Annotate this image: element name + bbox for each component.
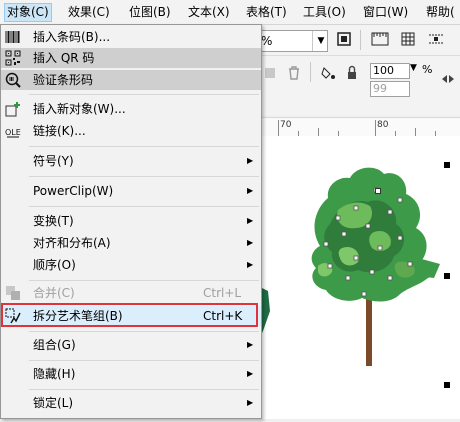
menu-item-label: 锁定(L)	[33, 396, 74, 410]
delete-icon[interactable]	[284, 65, 304, 83]
ruler-tick	[415, 128, 416, 136]
property-toolbar: % ▼ 100 ▼ % 99	[258, 25, 460, 115]
menu-table[interactable]: 表格(T)	[244, 4, 289, 21]
menu-item-combine[interactable]: 合并(C) Ctrl+L	[1, 283, 261, 303]
menu-item-align-distribute[interactable]: 对齐和分布(A) ▶	[1, 233, 261, 253]
menu-effects[interactable]: 效果(C)	[66, 4, 112, 21]
fill-icon[interactable]	[318, 65, 338, 83]
selection-handle[interactable]	[444, 162, 450, 168]
menu-item-hide[interactable]: 隐藏(H) ▶	[1, 364, 261, 384]
menu-item-links[interactable]: OLE 链接(K)...	[1, 121, 261, 141]
barcode-icon	[5, 29, 21, 45]
menu-text[interactable]: 文本(X)	[186, 4, 232, 21]
standard-toolbar: % ▼	[258, 25, 460, 56]
drawing-canvas[interactable]	[258, 136, 460, 419]
toolbar-button-icon[interactable]	[260, 65, 280, 83]
ruler-tick	[278, 120, 279, 136]
toolbar-divider	[310, 62, 311, 82]
zoom-combo[interactable]: % ▼	[258, 30, 328, 52]
ruler-tick	[375, 120, 376, 136]
chevron-down-icon[interactable]: ▼	[312, 31, 327, 51]
menu-object[interactable]: 对象(C)	[4, 3, 52, 22]
ruler-tick	[318, 128, 319, 136]
menu-item-label: 符号(Y)	[33, 154, 74, 168]
menu-separator	[29, 176, 259, 177]
menu-item-label: 插入条码(B)...	[33, 30, 111, 44]
menu-window[interactable]: 窗口(W)	[361, 4, 410, 21]
submenu-arrow-icon: ▶	[247, 340, 254, 349]
guidelines-icon[interactable]	[426, 31, 446, 49]
highlight-outline	[1, 303, 258, 327]
rulers-icon[interactable]	[370, 31, 390, 49]
menu-item-label: 组合(G)	[33, 338, 76, 352]
menu-tools[interactable]: 工具(O)	[301, 4, 348, 21]
menu-item-label: 隐藏(H)	[33, 367, 76, 381]
selection-handle[interactable]	[444, 273, 450, 279]
menu-separator	[29, 280, 259, 281]
menu-item-group[interactable]: 组合(G) ▶	[1, 335, 261, 355]
submenu-arrow-icon: ▶	[247, 369, 254, 378]
menu-item-label: 验证条形码	[33, 73, 94, 87]
ruler-label: 80	[377, 120, 389, 130]
menu-item-insert-barcode[interactable]: 插入条码(B)...	[1, 27, 261, 47]
horizontal-ruler: 70 80	[258, 117, 460, 137]
spin-down-icon[interactable]: ▼	[410, 63, 417, 73]
menu-item-insert-qr[interactable]: 插入 QR 码	[1, 48, 261, 68]
scale-width-input[interactable]: 100	[370, 63, 410, 79]
menu-item-label: 对齐和分布(A)	[33, 236, 111, 250]
zoom-value: %	[261, 34, 273, 48]
submenu-arrow-icon: ▶	[247, 186, 254, 195]
menu-item-symbol[interactable]: 符号(Y) ▶	[1, 151, 261, 171]
menu-separator	[29, 94, 259, 95]
qr-code-icon	[5, 50, 21, 66]
submenu-arrow-icon: ▶	[247, 238, 254, 247]
menu-item-label: 顺序(O)	[33, 258, 76, 272]
menu-item-order[interactable]: 顺序(O) ▶	[1, 255, 261, 275]
menu-item-label: 合并(C)	[33, 286, 75, 300]
menu-bitmap[interactable]: 位图(B)	[127, 4, 173, 21]
selection-handle[interactable]	[444, 382, 450, 388]
menu-item-insert-object[interactable]: 插入新对象(W)...	[1, 99, 261, 119]
mirror-icon[interactable]	[438, 71, 458, 89]
insert-object-icon	[5, 101, 21, 117]
node-handle[interactable]	[375, 188, 381, 194]
menu-item-label: 变换(T)	[33, 214, 74, 228]
scale-height-value: 99	[373, 82, 387, 95]
menu-separator	[29, 206, 259, 207]
menu-separator	[29, 360, 259, 361]
menu-item-label: PowerClip(W)	[33, 184, 114, 198]
menu-item-lock[interactable]: 锁定(L) ▶	[1, 393, 261, 413]
menu-item-powerclip[interactable]: PowerClip(W) ▶	[1, 181, 261, 201]
scale-height-input[interactable]: 99	[370, 81, 410, 97]
combine-icon	[5, 285, 21, 301]
lock-ratio-icon[interactable]	[342, 65, 362, 83]
svg-text:OLE: OLE	[5, 128, 21, 137]
menu-item-label: 链接(K)...	[33, 124, 86, 138]
menu-separator	[29, 331, 259, 332]
ole-icon: OLE	[5, 123, 21, 139]
grid-icon[interactable]	[398, 31, 418, 49]
menu-item-verify-barcode[interactable]: 验证条形码	[1, 70, 261, 90]
menu-item-transform[interactable]: 变换(T) ▶	[1, 211, 261, 231]
scale-width-value: 100	[373, 64, 394, 77]
menu-separator	[29, 389, 259, 390]
submenu-arrow-icon: ▶	[247, 398, 254, 407]
submenu-arrow-icon: ▶	[247, 156, 254, 165]
menubar: 对象(C) 效果(C) 位图(B) 文本(X) 表格(T) 工具(O) 窗口(W…	[0, 0, 460, 25]
menu-item-shortcut: Ctrl+L	[203, 286, 242, 300]
full-screen-icon[interactable]	[334, 31, 354, 49]
ruler-label: 70	[280, 120, 292, 130]
verify-barcode-icon	[5, 72, 21, 88]
object-menu: 插入条码(B)... 插入 QR 码 验证条形码 插入新对象(W)... OLE…	[0, 24, 262, 419]
menu-item-label: 插入 QR 码	[33, 51, 95, 65]
submenu-arrow-icon: ▶	[247, 260, 254, 269]
menu-help[interactable]: 帮助(	[424, 4, 457, 21]
submenu-arrow-icon: ▶	[247, 216, 254, 225]
menu-separator	[29, 146, 259, 147]
percent-label: %	[422, 63, 433, 76]
menu-item-label: 插入新对象(W)...	[33, 102, 126, 116]
tree-illustration[interactable]	[258, 136, 460, 419]
toolbar-divider	[360, 30, 361, 50]
